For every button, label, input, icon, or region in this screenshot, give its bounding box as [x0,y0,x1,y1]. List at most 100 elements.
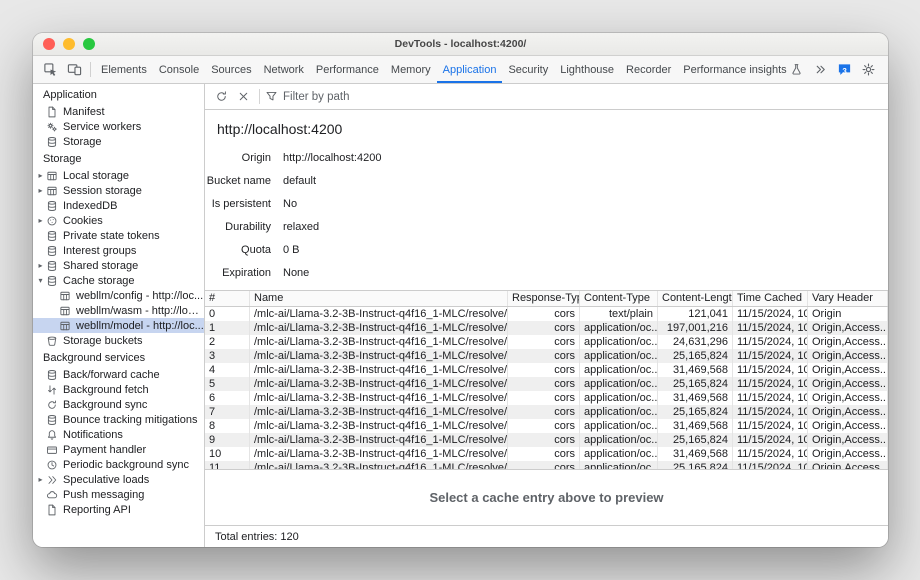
filter-by-path-input[interactable]: Filter by path [265,90,349,103]
sidebar-item-local-storage[interactable]: ▸Local storage [33,168,204,183]
sidebar-item-back-forward-cache[interactable]: Back/forward cache [33,367,204,382]
sidebar-item-label: Bounce tracking mitigations [63,414,198,426]
settings-button[interactable] [857,62,881,77]
cache-entry-row[interactable]: 5/mlc-ai/Llama-3.2-3B-Instruct-q4f16_1-M… [205,377,888,391]
column-header-response-type[interactable]: Response-Type [508,291,580,306]
chevron-right-icon[interactable]: ▸ [33,475,46,484]
sidebar-item-cache-storage[interactable]: ▾Cache storage [33,273,204,288]
tab-application[interactable]: Application [437,56,503,83]
sidebar-item-speculative-loads[interactable]: ▸Speculative loads [33,472,204,487]
clear-icon [237,90,250,103]
sidebar-item-session-storage[interactable]: ▸Session storage [33,183,204,198]
sidebar-item-payment-handler[interactable]: Payment handler [33,442,204,457]
cache-entry-row[interactable]: 0/mlc-ai/Llama-3.2-3B-Instruct-q4f16_1-M… [205,307,888,321]
refresh-button[interactable] [210,86,232,108]
cache-table-header: #NameResponse-TypeContent-TypeContent-Le… [205,290,888,307]
database-icon [46,230,58,242]
issues-button[interactable]: 3 [833,62,857,77]
sidebar-item-label: Cookies [63,215,103,227]
sidebar-item-reporting-api[interactable]: Reporting API [33,502,204,517]
sidebar-item-webllm-config-http-loc[interactable]: webllm/config - http://loc... [33,288,204,303]
column-header-index[interactable]: # [205,291,250,306]
column-header-time-cached[interactable]: Time Cached [733,291,808,306]
cell-time-cached: 11/15/2024, 10... [733,391,808,405]
cache-table: #NameResponse-TypeContent-TypeContent-Le… [205,290,888,469]
tab-sources[interactable]: Sources [205,56,257,83]
sidebar-item-shared-storage[interactable]: ▸Shared storage [33,258,204,273]
meta-value: relaxed [283,221,319,233]
sidebar-item-notifications[interactable]: Notifications [33,427,204,442]
delete-selected-button[interactable] [232,86,254,108]
inspect-button[interactable] [38,56,62,83]
sidebar-item-background-sync[interactable]: Background sync [33,397,204,412]
close-window-button[interactable] [43,38,55,50]
cache-entry-row[interactable]: 10/mlc-ai/Llama-3.2-3B-Instruct-q4f16_1-… [205,447,888,461]
cell-content-type: application/oc... [580,405,658,419]
sidebar-item-interest-groups[interactable]: Interest groups [33,243,204,258]
cache-entry-row[interactable]: 1/mlc-ai/Llama-3.2-3B-Instruct-q4f16_1-M… [205,321,888,335]
sidebar-item-manifest[interactable]: Manifest [33,104,204,119]
sidebar-item-background-fetch[interactable]: Background fetch [33,382,204,397]
tab-lighthouse[interactable]: Lighthouse [554,56,620,83]
sidebar-item-periodic-background-sync[interactable]: Periodic background sync [33,457,204,472]
column-header-name[interactable]: Name [250,291,508,306]
cell-content-type: application/oc... [580,447,658,461]
tab-performance[interactable]: Performance [310,56,385,83]
issues-count-badge: 3 [833,68,857,76]
bell-icon [46,429,58,441]
sidebar-item-cookies[interactable]: ▸ Cookies [33,213,204,228]
payment-icon [46,444,58,456]
sidebar-item-webllm-model-http-loc[interactable]: webllm/model - http://loc... [33,318,204,333]
minimize-window-button[interactable] [63,38,75,50]
tab-performance-insights[interactable]: Performance insights [677,56,808,83]
cache-entry-row[interactable]: 11/mlc-ai/Llama-3.2-3B-Instruct-q4f16_1-… [205,461,888,469]
sidebar-item-bounce-tracking-mitigations[interactable]: Bounce tracking mitigations [33,412,204,427]
sidebar-item-storage-buckets[interactable]: Storage buckets [33,333,204,348]
sidebar-item-label: Storage buckets [63,335,143,347]
meta-value: None [283,267,309,279]
sidebar-item-indexeddb[interactable]: IndexedDB [33,198,204,213]
sidebar-item-private-state-tokens[interactable]: Private state tokens [33,228,204,243]
cell-content-length: 197,001,216 [658,321,733,335]
cell-content-type: application/oc... [580,391,658,405]
cache-entry-row[interactable]: 6/mlc-ai/Llama-3.2-3B-Instruct-q4f16_1-M… [205,391,888,405]
chevron-right-icon[interactable]: ▸ [33,261,46,270]
tab-network[interactable]: Network [258,56,310,83]
cell-vary-header: Origin,Access... [808,461,888,469]
cache-entry-row[interactable]: 2/mlc-ai/Llama-3.2-3B-Instruct-q4f16_1-M… [205,335,888,349]
cell-time-cached: 11/15/2024, 10... [733,363,808,377]
tab-console[interactable]: Console [153,56,205,83]
chevron-right-icon[interactable]: ▸ [33,171,46,180]
cache-toolbar: Filter by path [205,84,888,110]
cache-entry-row[interactable]: 8/mlc-ai/Llama-3.2-3B-Instruct-q4f16_1-M… [205,419,888,433]
cloud-icon [46,489,58,501]
sidebar-item-webllm-wasm-http-loca[interactable]: webllm/wasm - http://loca... [33,303,204,318]
chevron-right-icon[interactable]: ▸ [33,216,46,225]
sidebar-item-storage[interactable]: Storage [33,134,204,149]
statusbar: Total entries: 120 [205,525,888,547]
sidebar-item-service-workers[interactable]: Service workers [33,119,204,134]
sidebar-item-label: IndexedDB [63,200,117,212]
cell-index: 3 [205,349,250,363]
devices-button[interactable] [62,56,86,83]
cache-entry-row[interactable]: 3/mlc-ai/Llama-3.2-3B-Instruct-q4f16_1-M… [205,349,888,363]
more-tabs-button[interactable] [809,62,833,77]
sidebar-item-push-messaging[interactable]: Push messaging [33,487,204,502]
cell-content-length: 25,165,824 [658,349,733,363]
cell-name: /mlc-ai/Llama-3.2-3B-Instruct-q4f16_1-ML… [250,433,508,447]
cache-entry-row[interactable]: 4/mlc-ai/Llama-3.2-3B-Instruct-q4f16_1-M… [205,363,888,377]
zoom-window-button[interactable] [83,38,95,50]
column-header-content-type[interactable]: Content-Type [580,291,658,306]
menu-button[interactable] [881,62,888,77]
chevron-right-icon[interactable]: ▸ [33,186,46,195]
tab-recorder[interactable]: Recorder [620,56,677,83]
cache-entry-row[interactable]: 7/mlc-ai/Llama-3.2-3B-Instruct-q4f16_1-M… [205,405,888,419]
column-header-content-length[interactable]: Content-Length [658,291,733,306]
column-header-vary-header[interactable]: Vary Header [808,291,888,306]
tab-elements[interactable]: Elements [95,56,153,83]
tab-security[interactable]: Security [502,56,554,83]
tab-memory[interactable]: Memory [385,56,437,83]
cell-vary-header: Origin,Access... [808,321,888,335]
cache-entry-row[interactable]: 9/mlc-ai/Llama-3.2-3B-Instruct-q4f16_1-M… [205,433,888,447]
chevron-down-icon[interactable]: ▾ [33,276,46,285]
